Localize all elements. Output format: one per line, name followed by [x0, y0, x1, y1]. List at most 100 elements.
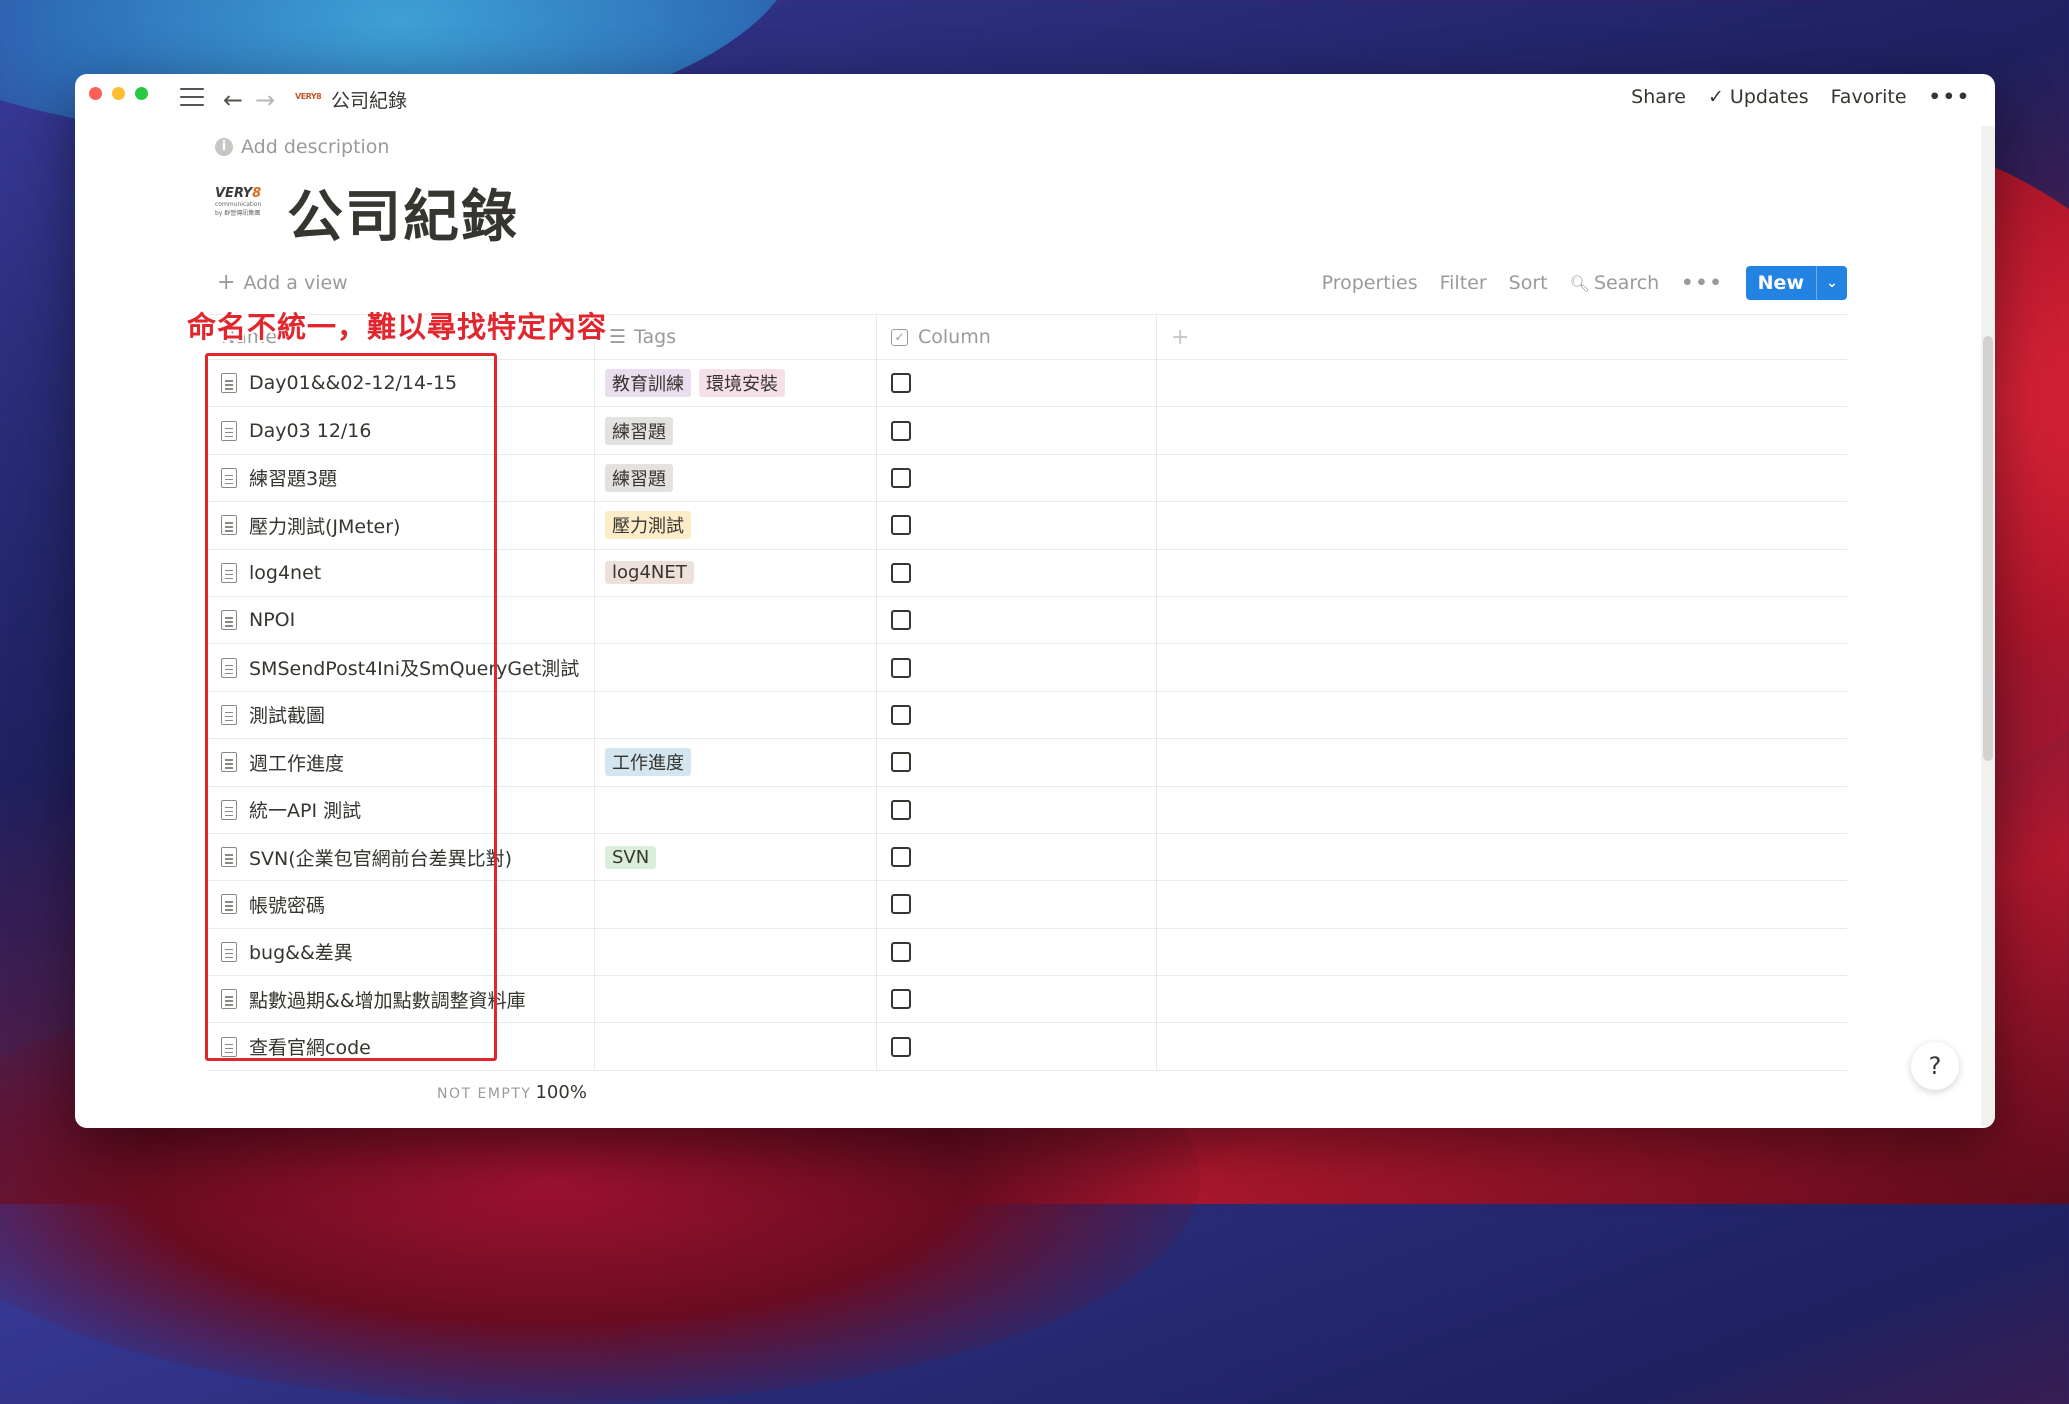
table-row[interactable]: bug&&差異: [207, 928, 1847, 977]
cell-name[interactable]: 週工作進度: [207, 739, 595, 786]
table-row[interactable]: NPOI: [207, 596, 1847, 645]
view-more-icon[interactable]: •••: [1681, 272, 1723, 294]
cell-tags[interactable]: [595, 881, 877, 928]
page-document-icon: [221, 704, 237, 725]
checkbox[interactable]: [891, 1036, 911, 1057]
table-row[interactable]: 查看官網code: [207, 1023, 1847, 1071]
page-document-icon: [221, 373, 237, 394]
cell-tags[interactable]: [595, 928, 877, 976]
table-body: Day01&&02-12/14-15 教育訓練 環境安裝 Day03 12/16 練習題…: [207, 360, 1847, 1071]
table-row[interactable]: 點數過期&&增加點數調整資料庫: [207, 976, 1847, 1024]
checkbox[interactable]: [891, 373, 911, 394]
sidebar-toggle-icon[interactable]: [180, 88, 204, 108]
table-row[interactable]: SMSendPost4Ini及SmQueryGet測試: [207, 644, 1847, 692]
row-title: Day01&&02-12/14-15: [249, 372, 458, 395]
favorite-button[interactable]: Favorite: [1831, 86, 1907, 108]
table-row[interactable]: 週工作進度 工作進度: [207, 739, 1847, 787]
cell-tags[interactable]: 工作進度: [595, 739, 877, 786]
cell-name[interactable]: 壓力測試(JMeter): [207, 502, 595, 549]
scrollbar-thumb[interactable]: [1983, 336, 1993, 761]
cell-name[interactable]: SMSendPost4Ini及SmQueryGet測試: [207, 644, 595, 691]
share-button[interactable]: Share: [1631, 86, 1686, 108]
cell-name[interactable]: Day03 12/16: [207, 407, 595, 454]
table-row[interactable]: 帳號密碼: [207, 881, 1847, 929]
row-title: log4net: [249, 561, 322, 584]
breadcrumb-title[interactable]: 公司紀錄: [331, 86, 407, 113]
properties-button[interactable]: Properties: [1322, 272, 1418, 294]
checkbox[interactable]: [891, 467, 911, 488]
cell-name[interactable]: log4net: [207, 549, 595, 596]
table-row[interactable]: 壓力測試(JMeter) 壓力測試: [207, 502, 1847, 550]
back-arrow-icon[interactable]: ←: [223, 86, 243, 114]
checkbox[interactable]: [891, 894, 911, 915]
table-row[interactable]: 練習題3題 練習題: [207, 454, 1847, 503]
tag-chip: 教育訓練: [605, 369, 691, 398]
table-row[interactable]: Day01&&02-12/14-15 教育訓練 環境安裝: [207, 360, 1847, 408]
row-title: bug&&差異: [249, 942, 353, 965]
cell-name[interactable]: 查看官網code: [207, 1023, 595, 1070]
checkbox[interactable]: [891, 989, 911, 1010]
checkbox[interactable]: [891, 420, 911, 441]
breadcrumb-logo[interactable]: VERY8: [295, 92, 322, 106]
cell-tags[interactable]: 壓力測試: [595, 502, 877, 549]
more-options-icon[interactable]: •••: [1929, 86, 1971, 108]
cell-name[interactable]: Day01&&02-12/14-15: [207, 360, 595, 407]
help-button[interactable]: ?: [1911, 1042, 1959, 1090]
cell-name[interactable]: 測試截圖: [207, 691, 595, 739]
column-header-column[interactable]: ✓ Column: [877, 315, 1157, 359]
scrollbar[interactable]: [1981, 126, 1995, 1126]
add-description-button[interactable]: i Add description: [215, 136, 389, 158]
table-row[interactable]: 統一API 測試: [207, 786, 1847, 834]
updates-button[interactable]: ✓ Updates: [1708, 86, 1809, 108]
checkbox[interactable]: [891, 657, 911, 678]
checkbox[interactable]: [891, 752, 911, 773]
checkbox[interactable]: [891, 799, 911, 820]
cell-name[interactable]: SVN(企業包官網前台差異比對): [207, 833, 595, 881]
page-icon-logo[interactable]: VERY8 communication by 群營傳訊集團: [215, 186, 267, 226]
forward-arrow-icon[interactable]: →: [255, 86, 275, 114]
chevron-down-icon[interactable]: ⌄: [1816, 266, 1847, 300]
cell-tags[interactable]: [595, 644, 877, 691]
cell-tags[interactable]: SVN: [595, 833, 877, 881]
filter-button[interactable]: Filter: [1440, 272, 1487, 294]
table-row[interactable]: Day03 12/16 練習題: [207, 407, 1847, 455]
checkbox[interactable]: [891, 847, 911, 868]
cell-name[interactable]: 帳號密碼: [207, 881, 595, 928]
tag-chip: 壓力測試: [605, 511, 691, 540]
cell-tags[interactable]: [595, 786, 877, 833]
cell-column: [877, 928, 1157, 976]
cell-tags[interactable]: [595, 596, 877, 644]
checkmark-icon: ✓: [1707, 86, 1724, 108]
checkbox[interactable]: [891, 610, 911, 631]
cell-tags[interactable]: 教育訓練 環境安裝: [595, 360, 877, 407]
cell-tags[interactable]: 練習題: [595, 407, 877, 454]
cell-column: [877, 739, 1157, 786]
checkbox[interactable]: [891, 941, 911, 962]
cell-name[interactable]: 練習題3題: [207, 454, 595, 502]
page-title[interactable]: 公司紀錄: [287, 172, 519, 253]
cell-tags[interactable]: [595, 976, 877, 1023]
cell-tags[interactable]: [595, 1023, 877, 1070]
cell-name[interactable]: NPOI: [207, 596, 595, 644]
calculation-footer[interactable]: NOT EMPTY 100%: [437, 1082, 587, 1103]
add-property-button[interactable]: +: [1157, 315, 1847, 359]
table-row[interactable]: log4net log4NET: [207, 549, 1847, 597]
new-button[interactable]: New: [1746, 266, 1816, 300]
checkbox[interactable]: [891, 562, 911, 583]
cell-tags[interactable]: 練習題: [595, 454, 877, 502]
cell-tags[interactable]: [595, 691, 877, 739]
cell-column: [877, 644, 1157, 691]
table-row[interactable]: 測試截圖: [207, 691, 1847, 740]
footer-label: NOT EMPTY: [437, 1086, 532, 1102]
sort-button[interactable]: Sort: [1509, 272, 1548, 294]
add-view-button[interactable]: + Add a view: [217, 270, 348, 295]
cell-name[interactable]: bug&&差異: [207, 928, 595, 976]
cell-tags[interactable]: log4NET: [595, 549, 877, 596]
checkbox[interactable]: [891, 704, 911, 725]
column-header-tags[interactable]: ☰ Tags: [595, 315, 877, 359]
checkbox[interactable]: [891, 515, 911, 536]
search-button[interactable]: 🔍︎ Search: [1570, 272, 1660, 294]
cell-name[interactable]: 統一API 測試: [207, 786, 595, 833]
cell-name[interactable]: 點數過期&&增加點數調整資料庫: [207, 976, 595, 1023]
table-row[interactable]: SVN(企業包官網前台差異比對) SVN: [207, 833, 1847, 882]
